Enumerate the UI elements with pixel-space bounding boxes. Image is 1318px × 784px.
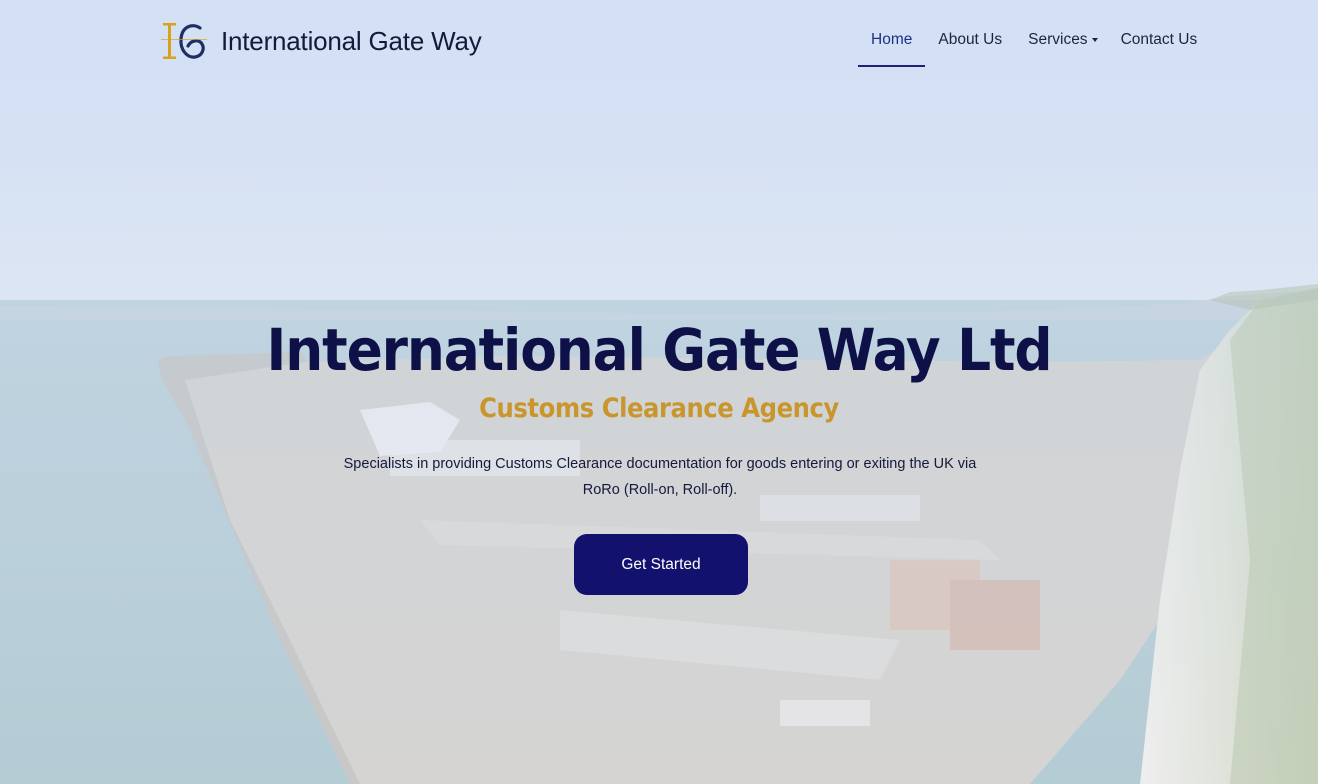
hero-section: International Gate Way Ltd Customs Clear…: [0, 0, 1318, 784]
hero-title: International Gate Way Ltd: [266, 316, 1053, 384]
hero-subtitle: Customs Clearance Agency: [479, 393, 839, 424]
get-started-button[interactable]: Get Started: [574, 534, 748, 595]
hero-description: Specialists in providing Customs Clearan…: [343, 456, 977, 498]
